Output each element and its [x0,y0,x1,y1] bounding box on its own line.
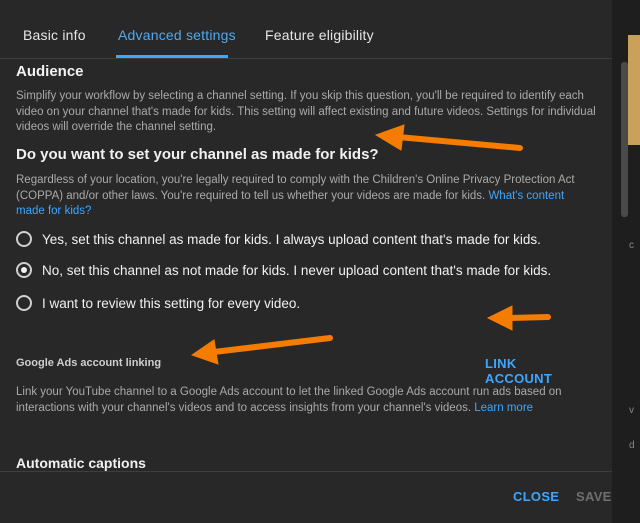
automatic-captions-title: Automatic captions [16,455,146,471]
tab-bar: Basic info Advanced settings Feature eli… [0,0,612,59]
channel-settings-dialog: Basic info Advanced settings Feature eli… [0,0,612,523]
tab-feature-eligibility[interactable]: Feature eligibility [265,27,374,43]
save-button[interactable]: SAVE [576,489,612,504]
radio-label: Yes, set this channel as made for kids. … [42,231,541,247]
radio-not-made-for-kids[interactable]: No, set this channel as not made for kid… [16,262,551,278]
tab-basic-info[interactable]: Basic info [23,27,86,43]
audience-title: Audience [16,63,84,80]
edge-glyph: v [629,405,634,416]
audience-description: Simplify your workflow by selecting a ch… [16,90,596,133]
radio-button[interactable] [16,231,32,247]
background-thumbnail [628,35,640,145]
radio-review-every-video[interactable]: I want to review this setting for every … [16,295,300,311]
edge-glyph: d [629,440,635,451]
radio-button-selected[interactable] [16,262,32,278]
scrollbar-thumb[interactable] [621,62,628,217]
google-ads-description: Link your YouTube channel to a Google Ad… [16,385,596,416]
close-button[interactable]: CLOSE [513,489,559,504]
google-ads-title: Google Ads account linking [16,357,162,369]
active-tab-indicator [116,55,228,58]
radio-button[interactable] [16,295,32,311]
radio-made-for-kids[interactable]: Yes, set this channel as made for kids. … [16,231,541,247]
dialog-footer: CLOSE SAVE [0,471,612,523]
radio-label: No, set this channel as not made for kid… [42,262,552,278]
radio-label: I want to review this setting for every … [42,295,301,311]
tab-advanced-settings[interactable]: Advanced settings [118,27,236,43]
learn-more-link[interactable]: Learn more [474,402,533,414]
made-for-kids-question: Do you want to set your channel as made … [16,146,379,163]
edge-glyph: c [629,240,634,251]
coppa-legal-text: Regardless of your location, you're lega… [16,173,596,220]
link-account-button[interactable]: LINK ACCOUNT [485,356,586,386]
